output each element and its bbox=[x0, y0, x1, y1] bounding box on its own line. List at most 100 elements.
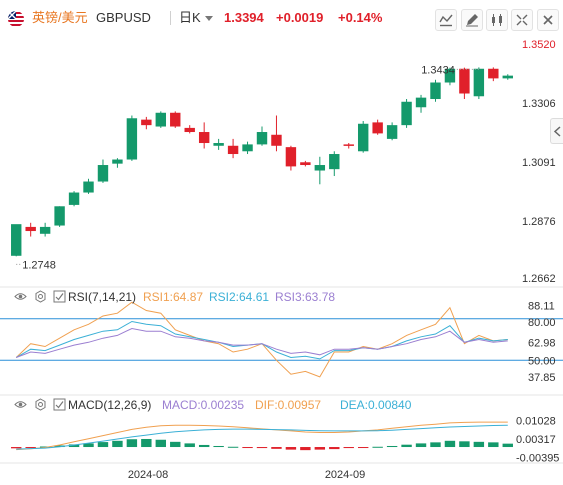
price-axis-label: 1.2876 bbox=[522, 216, 556, 228]
macd-histogram-bar bbox=[141, 438, 152, 448]
candle-body bbox=[430, 82, 441, 100]
rsi1-line bbox=[15, 301, 508, 378]
candle-body bbox=[502, 75, 513, 79]
checkbox-icon[interactable] bbox=[53, 398, 66, 411]
price-axis-label: 1.3306 bbox=[522, 98, 556, 110]
macd-axis-label: 0.00317 bbox=[516, 434, 556, 446]
rsi-axis-label: 37.85 bbox=[528, 372, 556, 384]
eye-icon[interactable] bbox=[14, 398, 27, 411]
header-divider bbox=[170, 11, 171, 25]
symbol-name: 英镑/美元 bbox=[32, 10, 88, 25]
macd-histogram-bar bbox=[300, 447, 311, 451]
price-change: +0.0019 bbox=[276, 10, 324, 25]
fullscreen-button[interactable] bbox=[511, 9, 533, 31]
settings-icon[interactable] bbox=[34, 290, 47, 303]
draw-icon bbox=[466, 14, 478, 27]
indicator-icon bbox=[492, 14, 502, 26]
candle-body bbox=[68, 192, 80, 205]
rsi-axis-label: 80.00 bbox=[528, 317, 556, 329]
macd-histogram-bar bbox=[285, 447, 297, 450]
candle-body bbox=[271, 134, 282, 146]
macd-histogram-bar bbox=[184, 443, 195, 448]
expand-panel-button[interactable] bbox=[550, 118, 563, 144]
price-axis-label: 1.3520 bbox=[522, 39, 556, 51]
compare-button[interactable] bbox=[435, 9, 457, 31]
candle-body bbox=[285, 147, 297, 167]
candle-body bbox=[126, 118, 138, 160]
candle-body bbox=[25, 226, 36, 232]
macd-histogram-bar bbox=[314, 447, 326, 450]
rsi-axis-label: 62.98 bbox=[528, 337, 556, 349]
candle-body bbox=[372, 122, 383, 134]
macd-legend: MACD(12,26,9) MACD:0.00235 DIF:0.00957 D… bbox=[0, 397, 563, 413]
macd-histogram-bar bbox=[271, 447, 282, 449]
chevron-down-icon[interactable] bbox=[205, 16, 213, 21]
macd-value: MACD:0.00235 bbox=[162, 398, 245, 412]
candle-body bbox=[112, 159, 123, 164]
candle-body bbox=[314, 165, 326, 171]
macd-histogram-bar bbox=[25, 447, 36, 449]
macd-histogram-bar bbox=[256, 447, 268, 449]
rsi2-line bbox=[15, 320, 508, 360]
macd-histogram-bar bbox=[459, 441, 470, 448]
macd-histogram-bar bbox=[97, 442, 109, 448]
candle-body bbox=[488, 68, 499, 79]
candle-body bbox=[155, 112, 167, 127]
candle-body bbox=[141, 119, 152, 126]
time-axis-label: 2024-09 bbox=[325, 469, 365, 481]
candle-body bbox=[11, 224, 22, 256]
checkbox-icon[interactable] bbox=[53, 290, 66, 303]
compare-icon bbox=[439, 14, 453, 27]
candle-body bbox=[170, 112, 181, 127]
macd-histogram-bar bbox=[126, 439, 138, 448]
candle-body bbox=[97, 165, 109, 182]
macd-histogram-bar bbox=[329, 447, 340, 450]
candle-body bbox=[329, 154, 340, 170]
macd-histogram-bar bbox=[386, 445, 398, 448]
candle-body bbox=[343, 144, 354, 146]
macd-histogram-bar bbox=[357, 447, 369, 449]
price-chart[interactable]: 1.3520 1.3306 1.3091 1.2876 1.2662 1.3434 1.27… bbox=[0, 36, 563, 485]
macd-histogram-bar bbox=[444, 440, 456, 448]
rsi-axis-label: 50.00 bbox=[528, 355, 556, 367]
candle-body bbox=[386, 125, 398, 139]
candle-body bbox=[300, 162, 311, 166]
macd-histogram-bar bbox=[415, 443, 427, 448]
macd-histogram-bar bbox=[155, 439, 167, 448]
macd-histogram-bar bbox=[227, 446, 239, 448]
macd-histogram-bar bbox=[488, 442, 499, 448]
settings-icon[interactable] bbox=[34, 398, 47, 411]
rsi1-value: RSI1:64.87 bbox=[143, 290, 204, 304]
macd-histogram-bar bbox=[473, 441, 485, 448]
last-price: 1.3394 bbox=[224, 10, 264, 25]
close-button[interactable] bbox=[537, 9, 559, 31]
macd-axis-label: -0.00395 bbox=[516, 452, 559, 464]
candle-body bbox=[213, 143, 224, 146]
symbol-code: GBPUSD bbox=[96, 10, 151, 25]
chart-header: 英镑/美元 GBPUSD 日K 1.3394 +0.0019 +0.14% bbox=[0, 0, 563, 36]
rsi3-line bbox=[16, 327, 508, 358]
draw-button[interactable] bbox=[461, 9, 483, 31]
chevron-left-icon bbox=[553, 126, 561, 137]
uk-flag-icon bbox=[8, 11, 24, 27]
time-axis-label: 2024-08 bbox=[128, 469, 168, 481]
candle-body bbox=[459, 68, 470, 94]
macd-histogram-bar bbox=[430, 442, 441, 448]
macd-histogram-bar bbox=[112, 440, 123, 448]
macd-axis-label: 0.01028 bbox=[516, 415, 556, 427]
rsi-title: RSI(7,14,21) bbox=[68, 290, 137, 304]
macd-histogram-bar bbox=[198, 444, 210, 448]
macd-title: MACD(12,26,9) bbox=[68, 398, 152, 412]
rsi-legend: RSI(7,14,21) RSI1:64.87 RSI2:64.61 RSI3:… bbox=[0, 289, 563, 305]
price-axis-label: 1.2662 bbox=[522, 273, 556, 285]
macd-histogram-bar bbox=[242, 447, 253, 449]
macd-histogram-bar bbox=[502, 443, 513, 448]
eye-icon[interactable] bbox=[14, 290, 27, 303]
period-selector[interactable]: 日K bbox=[179, 8, 201, 28]
fullscreen-icon bbox=[516, 14, 528, 26]
candle-body bbox=[227, 145, 239, 155]
indicator-button[interactable] bbox=[486, 9, 508, 31]
price-axis-label: 1.3091 bbox=[522, 157, 556, 169]
rsi2-value: RSI2:64.61 bbox=[209, 290, 270, 304]
candle-body bbox=[198, 132, 210, 144]
